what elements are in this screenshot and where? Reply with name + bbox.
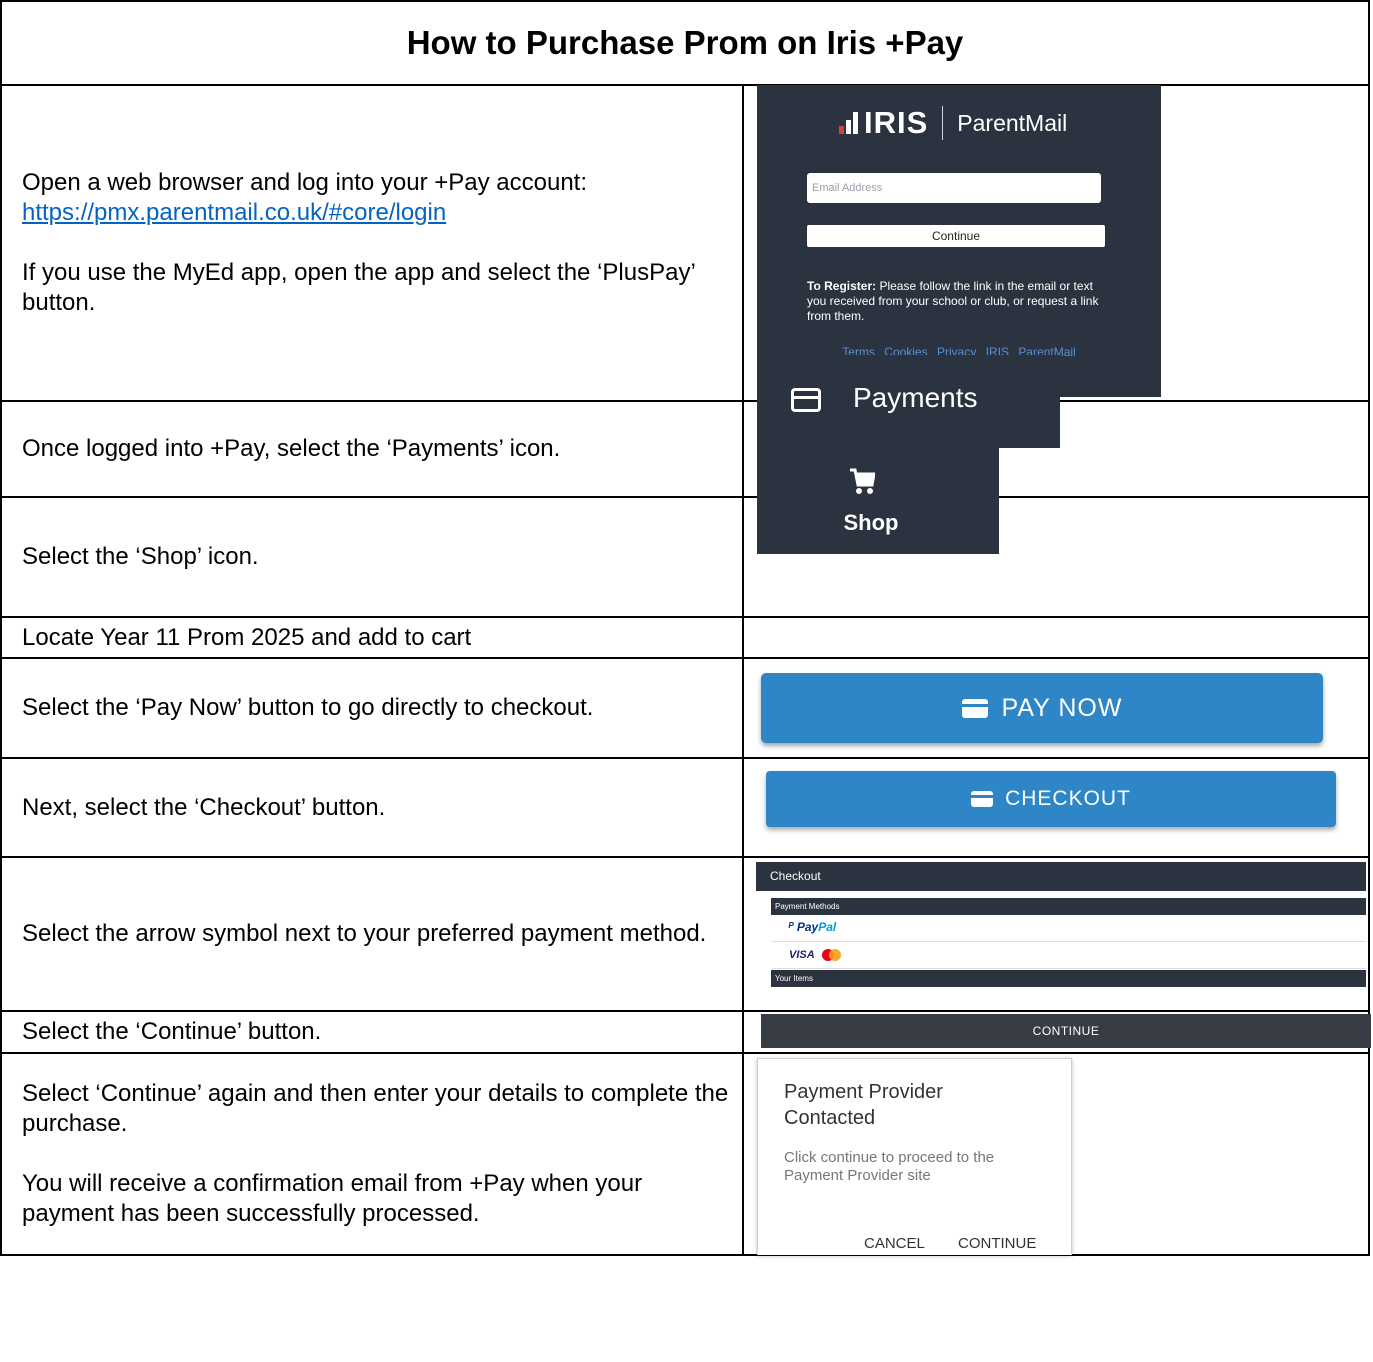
checkout-heading: Checkout — [756, 862, 1366, 891]
step-7-image-cell: Checkout Payment Methods ᴾ PayPal VISA Y… — [742, 856, 1370, 1012]
pay-now-label: PAY NOW — [1001, 693, 1123, 722]
dialog-continue-button[interactable]: CONTINUE — [958, 1235, 1036, 1252]
step-1-image-cell: IRIS ParentMail Email Address Continue T… — [742, 84, 1370, 402]
payments-label[interactable]: Payments — [853, 382, 978, 414]
step-6-text: Next, select the ‘Checkout’ button. — [0, 757, 744, 858]
confirmation-note: You will receive a confirmation email fr… — [22, 1170, 643, 1227]
steps-table: How to Purchase Prom on Iris +Pay Open a… — [0, 0, 1371, 1256]
parentmail-text: ParentMail — [957, 109, 1068, 136]
cart-item: 1 x Year 11 Prom 2024 — [777, 981, 848, 988]
step-8-image-cell: CONTINUE — [742, 1010, 1371, 1054]
step-1-text: Open a web browser and log into your +Pa… — [0, 84, 744, 402]
step-6-image-cell: CHECKOUT — [742, 757, 1370, 858]
continue-button[interactable]: CONTINUE — [761, 1014, 1371, 1048]
visa-logo: VISA — [789, 949, 815, 961]
credit-card-icon — [971, 791, 994, 807]
checkout-label: CHECKOUT — [1005, 787, 1131, 810]
step-9-line: Select ‘Continue’ again and then enter y… — [22, 1080, 729, 1137]
checkout-panel-screenshot: Checkout Payment Methods ᴾ PayPal VISA Y… — [756, 862, 1366, 1005]
dialog-title: Payment Provider Contacted — [784, 1081, 943, 1129]
shopping-cart-icon — [850, 468, 875, 494]
step-4-text: Locate Year 11 Prom 2025 and add to cart — [0, 616, 744, 659]
mastercard-icon-overlap — [829, 949, 841, 961]
step-1-line: Open a web browser and log into your +Pa… — [22, 169, 588, 196]
step-8-text: Select the ‘Continue’ button. — [0, 1010, 744, 1054]
step-3-text: Select the ‘Shop’ icon. — [0, 496, 744, 618]
step-5-text: Select the ‘Pay Now’ button to go direct… — [0, 657, 744, 759]
shop-icon-screenshot: Shop — [757, 440, 999, 554]
step-9-image-cell: Payment Provider Contacted Click continu… — [742, 1052, 1370, 1256]
step-1-myed-note: If you use the MyEd app, open the app an… — [22, 259, 695, 316]
step-3-image-cell: Shop — [742, 440, 1370, 618]
login-link[interactable]: https://pmx.parentmail.co.uk/#core/login — [22, 199, 446, 226]
document-title: How to Purchase Prom on Iris +Pay — [0, 0, 1370, 86]
dialog-cancel-button[interactable]: CANCEL — [864, 1235, 925, 1252]
step-4-image-cell — [742, 616, 1370, 659]
step-2-text: Once logged into +Pay, select the ‘Payme… — [0, 400, 744, 498]
credit-card-icon — [961, 698, 988, 718]
payment-provider-dialog: Payment Provider Contacted Click continu… — [757, 1058, 1072, 1255]
dialog-body: Click continue to proceed to the Payment… — [784, 1149, 995, 1184]
step-9-text: Select ‘Continue’ again and then enter y… — [0, 1052, 744, 1256]
iris-parentmail-logo: IRIS ParentMail — [839, 105, 1067, 141]
login-continue-button[interactable]: Continue — [807, 225, 1105, 247]
payment-methods-bar: Payment Methods — [771, 898, 1366, 915]
paypal-logo: ᴾ PayPal — [788, 920, 837, 934]
step-7-text: Select the arrow symbol next to your pre… — [0, 856, 744, 1012]
paypal-option[interactable]: ᴾ PayPal — [772, 915, 1366, 942]
pay-now-button[interactable]: PAY NOW — [761, 673, 1323, 743]
credit-card-icon — [791, 388, 821, 412]
iris-bars-icon — [839, 112, 860, 134]
checkout-button[interactable]: CHECKOUT — [766, 771, 1336, 827]
register-note: To Register: Please follow the link in t… — [807, 279, 1099, 323]
shop-label[interactable]: Shop — [757, 510, 985, 536]
step-5-image-cell: PAY NOW — [742, 657, 1370, 759]
payments-icon-screenshot: Payments — [757, 355, 1060, 448]
iris-login-screenshot: IRIS ParentMail Email Address Continue T… — [757, 85, 1161, 397]
email-field[interactable]: Email Address — [807, 173, 1101, 203]
card-option[interactable]: VISA — [772, 942, 1366, 969]
iris-logo-text: IRIS — [864, 105, 929, 140]
your-items-bar: Your Items — [771, 970, 1366, 987]
